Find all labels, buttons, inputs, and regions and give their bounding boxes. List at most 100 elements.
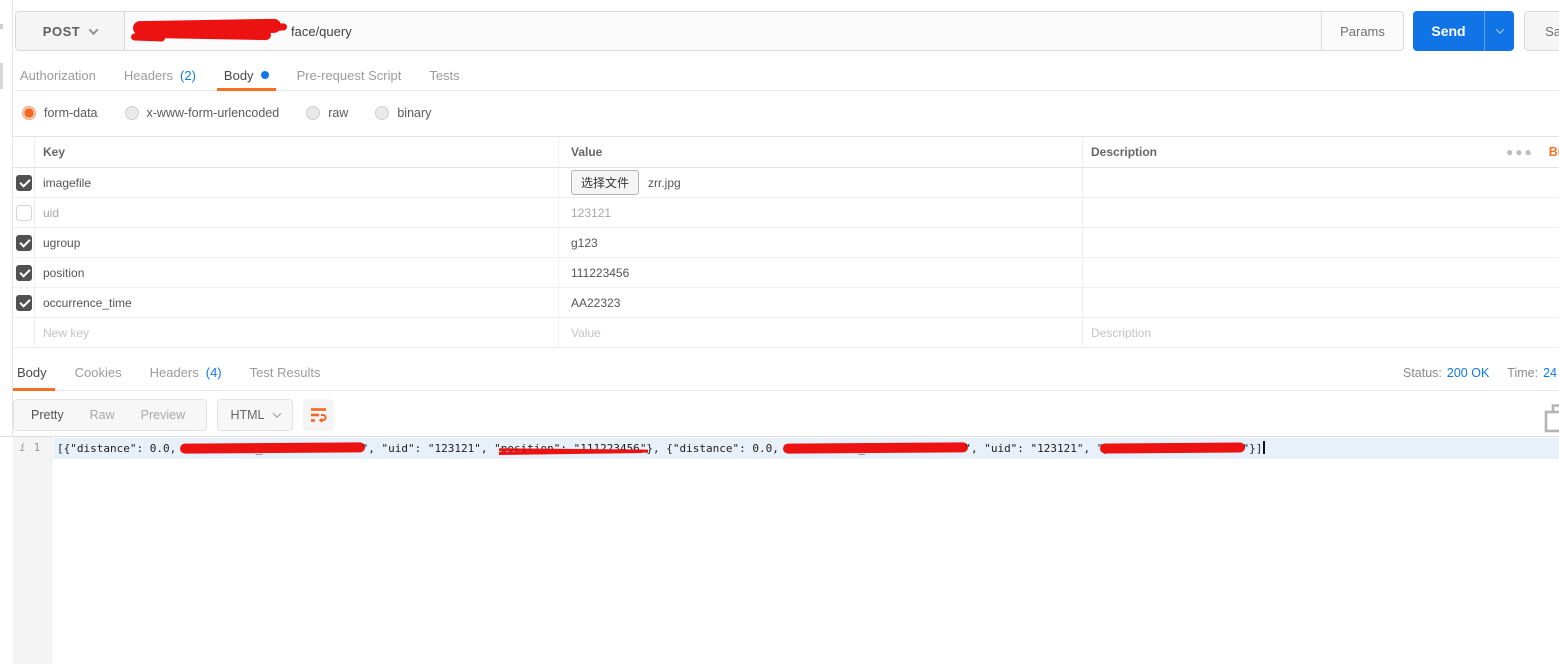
row-actions-cell — [1490, 258, 1559, 287]
description-field[interactable] — [1082, 168, 1490, 197]
row-actions-cell — [1490, 318, 1559, 347]
tab-label: Cookies — [74, 365, 122, 380]
tab-label: Authorization — [20, 67, 96, 83]
view-mode-raw[interactable]: Raw — [90, 408, 115, 422]
tab-label: Test Results — [249, 365, 321, 380]
tab-headers[interactable]: Headers (2) — [124, 60, 196, 90]
save-button[interactable]: Save — [1524, 11, 1559, 51]
line-info-icon: i — [19, 441, 26, 454]
description-field[interactable] — [1082, 198, 1490, 227]
tab-label: Tests — [429, 67, 460, 83]
radio-icon — [375, 106, 390, 120]
response-line-segments: [{"distance": 0.0, "occurrence_time": "A… — [57, 442, 1262, 455]
url-visible-text: face/query — [291, 23, 352, 39]
row-select-cell — [13, 258, 34, 287]
send-button[interactable]: Send — [1413, 11, 1514, 51]
form-table-body: imagefile 选择文件 zrr.jpg uid 123121 ugroup g123 p… — [13, 168, 1559, 318]
value-field[interactable]: g123 — [558, 228, 1082, 257]
response-view-toolbar: Pretty Raw Preview HTML — [13, 399, 334, 431]
key-field[interactable]: position — [34, 258, 558, 287]
row-checkbox[interactable] — [15, 294, 32, 311]
tab-label: Body — [223, 67, 254, 83]
description-field[interactable] — [1082, 228, 1490, 257]
value-field[interactable]: 123121 — [558, 198, 1082, 227]
choose-file-button[interactable]: 选择文件 — [571, 170, 640, 195]
format-label: HTML — [230, 408, 265, 422]
response-tab-headers[interactable]: Headers (4) — [150, 355, 222, 390]
chevron-down-icon — [272, 409, 281, 418]
tab-label: Pre-request Script — [296, 67, 402, 83]
new-description-field[interactable]: Description — [1082, 318, 1490, 347]
table-row: uid 123121 — [13, 198, 1559, 228]
response-body-editor: i 1 [{"distance": 0.0, "occurrence_time"… — [0, 436, 1559, 664]
row-checkbox[interactable] — [15, 204, 32, 221]
new-key-field[interactable]: New key — [34, 318, 558, 347]
status-label: Status: — [1402, 365, 1442, 380]
response-text-segment: [{"distance": 0.0, — [57, 442, 183, 455]
response-tab-body[interactable]: Body — [5, 355, 55, 391]
chevron-down-icon — [88, 24, 99, 35]
sidebar-edge-tick — [0, 24, 3, 29]
url-input[interactable]: face/query Params — [125, 11, 1404, 51]
editor-gutter: i 1 — [13, 437, 52, 664]
key-field[interactable]: occurrence_time — [34, 288, 558, 317]
description-field[interactable] — [1082, 258, 1490, 287]
tab-label: Headers — [123, 67, 174, 83]
key-field[interactable]: uid — [34, 198, 558, 227]
tab-authorization[interactable]: Authorization — [20, 60, 96, 90]
redaction-scribble: "occurrence_time": "AA22323 — [182, 442, 362, 455]
line-number: 1 — [33, 441, 41, 454]
wrap-text-button[interactable] — [303, 399, 334, 431]
radio-x-www-form-urlencoded[interactable]: x-www-form-urlencoded — [124, 106, 279, 120]
row-checkbox[interactable] — [15, 174, 32, 191]
key-field[interactable]: imagefile — [34, 168, 558, 197]
response-line: [{"distance": 0.0, "occurrence_time": "A… — [53, 438, 1559, 459]
format-select[interactable]: HTML — [217, 399, 293, 431]
row-checkbox[interactable] — [15, 264, 32, 281]
send-label: Send — [1431, 23, 1466, 39]
view-mode-pretty[interactable]: Pretty — [31, 408, 64, 422]
row-select-cell — [13, 318, 34, 347]
value-field[interactable]: 111223456 — [558, 258, 1082, 287]
select-all-column — [13, 137, 34, 167]
tab-body[interactable]: Body — [216, 60, 276, 91]
table-row: position 111223456 — [13, 258, 1559, 288]
key-column-header: Key — [34, 137, 558, 167]
copy-response-button[interactable] — [1544, 404, 1559, 439]
table-row: imagefile 选择文件 zrr.jpg — [13, 168, 1559, 198]
tab-pre-request-script[interactable]: Pre-request Script — [297, 60, 402, 90]
radio-form-data[interactable]: form-data — [22, 106, 98, 120]
more-options-icon[interactable]: ●●● — [1506, 145, 1534, 159]
bulk-edit-link[interactable]: Bulk Edit — [1549, 145, 1559, 159]
status-badge: Status: 200 OK — [1403, 366, 1489, 380]
response-tab-cookies[interactable]: Cookies — [75, 355, 122, 390]
view-mode-preview[interactable]: Preview — [141, 408, 185, 422]
method-select[interactable]: POST — [15, 11, 125, 51]
time-badge: Time: 24 — [1507, 366, 1557, 380]
response-text-segment: "}] — [1242, 442, 1263, 455]
new-value-field[interactable]: Value — [558, 318, 1082, 347]
send-options-caret[interactable] — [1484, 11, 1514, 51]
key-field[interactable]: ugroup — [34, 228, 558, 257]
tab-tests[interactable]: Tests — [429, 60, 459, 90]
value-column-header: Value — [558, 137, 1082, 167]
radio-raw[interactable]: raw — [306, 106, 348, 120]
response-text-segment: ", "uid": "123121", " — [964, 442, 1104, 455]
row-checkbox[interactable] — [15, 234, 32, 251]
params-button[interactable]: Params — [1321, 12, 1403, 50]
value-field[interactable]: AA22323 — [558, 288, 1082, 317]
redaction-scribble — [130, 17, 289, 43]
response-text-segment: "}, {"distance": 0.0, — [639, 442, 786, 455]
rest-client-app: POST face/query Params Send Save Authori… — [0, 0, 1559, 664]
table-header-row: Key Value Description ●●● Bulk Edit — [13, 137, 1559, 168]
radio-binary[interactable]: binary — [375, 106, 431, 120]
table-row: occurrence_time AA22323 — [13, 288, 1559, 318]
body-has-content-dot — [260, 71, 269, 79]
response-tab-test-results[interactable]: Test Results — [250, 355, 321, 390]
view-mode-switcher: Pretty Raw Preview — [13, 399, 207, 431]
response-text-segment: ", "uid": "123121", " — [361, 442, 501, 455]
method-label: POST — [42, 23, 81, 39]
wrap-text-icon — [311, 408, 327, 423]
value-field[interactable]: 选择文件 zrr.jpg — [558, 168, 1082, 197]
description-field[interactable] — [1082, 288, 1490, 317]
